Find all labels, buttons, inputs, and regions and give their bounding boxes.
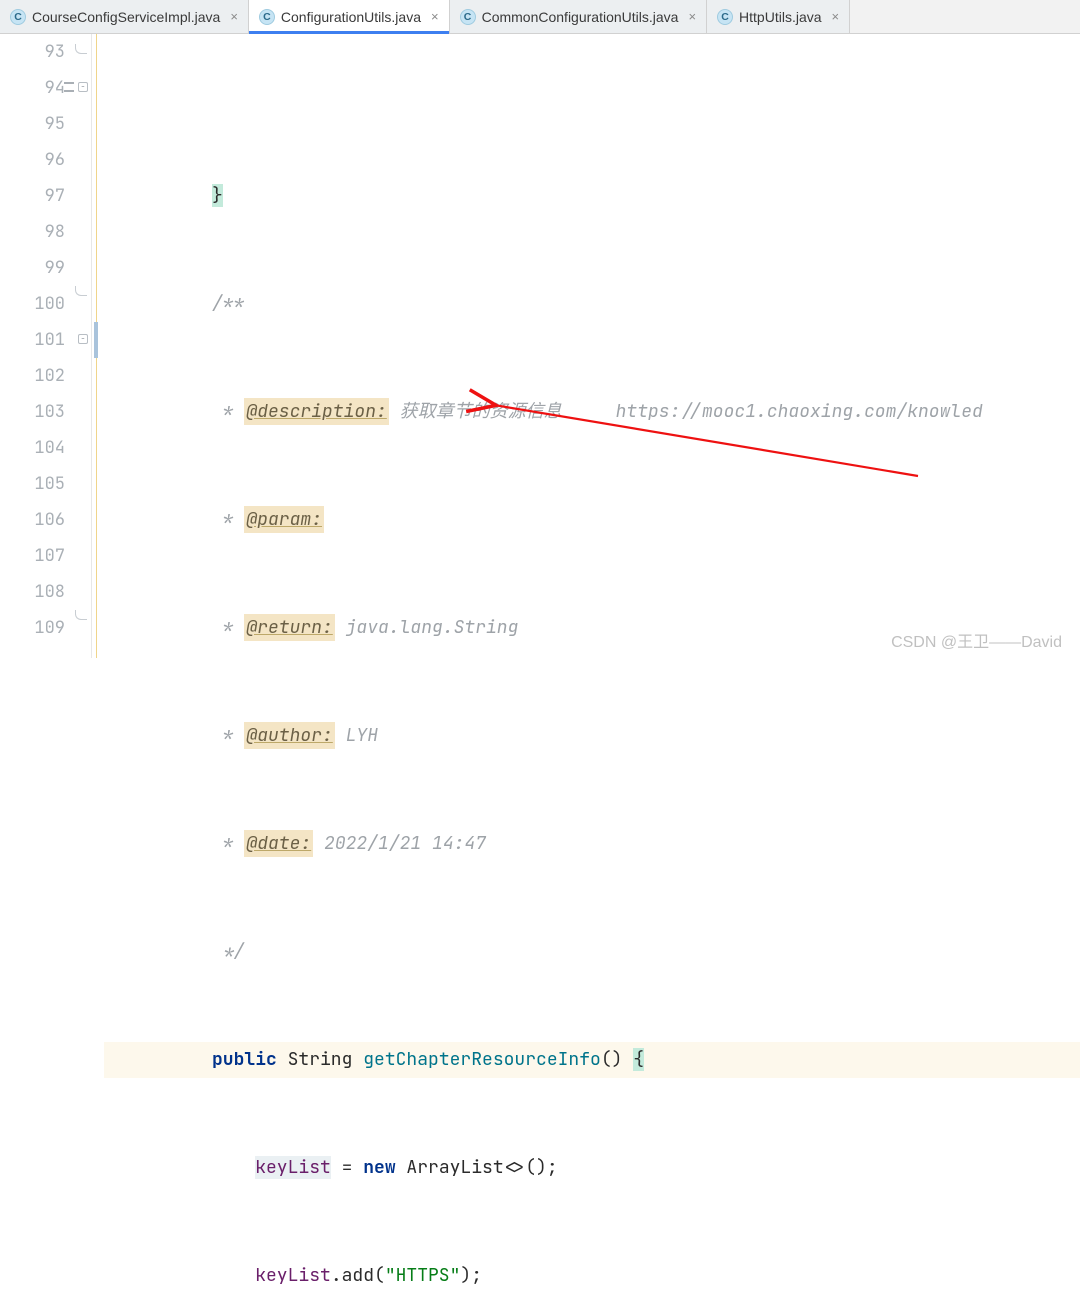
tab-label: HttpUtils.java (739, 9, 821, 25)
java-class-icon: C (460, 9, 476, 25)
line-number: 98 (0, 214, 65, 250)
line-number: 95 (0, 106, 65, 142)
close-icon[interactable]: × (431, 9, 439, 24)
tab-label: CommonConfigurationUtils.java (482, 9, 679, 25)
line-number: 103 (0, 394, 65, 430)
tab-file-0[interactable]: C CourseConfigServiceImpl.java × (0, 0, 249, 33)
fold-end-icon[interactable] (75, 286, 87, 296)
line-number: 96 (0, 142, 65, 178)
line-number: 106 (0, 502, 65, 538)
line-number: 101 (0, 322, 65, 358)
code-line-current: public String getChapterResourceInfo() { (104, 1042, 1080, 1078)
close-icon[interactable]: × (832, 9, 840, 24)
line-number: 94 (0, 70, 65, 106)
java-class-icon: C (259, 9, 275, 25)
tab-file-2[interactable]: C CommonConfigurationUtils.java × (450, 0, 707, 33)
change-marker (94, 322, 98, 358)
code-line: */ (104, 934, 1080, 970)
line-number: 109 (0, 610, 65, 646)
tab-file-1[interactable]: C ConfigurationUtils.java × (249, 0, 450, 33)
line-number: 104 (0, 430, 65, 466)
tab-label: CourseConfigServiceImpl.java (32, 9, 220, 25)
line-number: 100 (0, 286, 65, 322)
tab-file-3[interactable]: C HttpUtils.java × (707, 0, 850, 33)
line-number-gutter: 93 94 95 96 97 98 99 100 101 102 103 104… (0, 34, 92, 658)
fold-toggle-icon[interactable]: − (78, 82, 88, 92)
line-number: 105 (0, 466, 65, 502)
line-number: 108 (0, 574, 65, 610)
code-line: keyList = new ArrayList<>(); (104, 1150, 1080, 1186)
line-number: 107 (0, 538, 65, 574)
editor-tabs-bar: C CourseConfigServiceImpl.java × C Confi… (0, 0, 1080, 34)
code-line: /** (104, 286, 1080, 322)
close-icon[interactable]: × (230, 9, 238, 24)
close-icon[interactable]: × (688, 9, 696, 24)
java-class-icon: C (10, 9, 26, 25)
fold-strip: − − (77, 34, 91, 658)
java-class-icon: C (717, 9, 733, 25)
fold-end-icon[interactable] (75, 610, 87, 620)
tab-label: ConfigurationUtils.java (281, 9, 421, 25)
code-line: * @author: LYH (104, 718, 1080, 754)
line-number: 93 (0, 34, 65, 70)
code-area[interactable]: } /** * @description: 获取章节的资源信息 https://… (92, 34, 1080, 658)
line-number: 102 (0, 358, 65, 394)
fold-end-icon[interactable] (75, 44, 87, 54)
code-line: * @date: 2022/1/21 14:47 (104, 826, 1080, 862)
fold-toggle-icon[interactable]: − (78, 334, 88, 344)
code-line: * @description: 获取章节的资源信息 https://mooc1.… (104, 394, 1080, 430)
code-line: * @return: java.lang.String (104, 610, 1080, 646)
code-line: } (104, 178, 1080, 214)
code-line: * @param: (104, 502, 1080, 538)
code-line: keyList.add("HTTPS"); (104, 1258, 1080, 1294)
code-editor[interactable]: 93 94 95 96 97 98 99 100 101 102 103 104… (0, 34, 1080, 658)
line-number: 99 (0, 250, 65, 286)
bookmark-icon (64, 82, 74, 92)
line-number: 97 (0, 178, 65, 214)
